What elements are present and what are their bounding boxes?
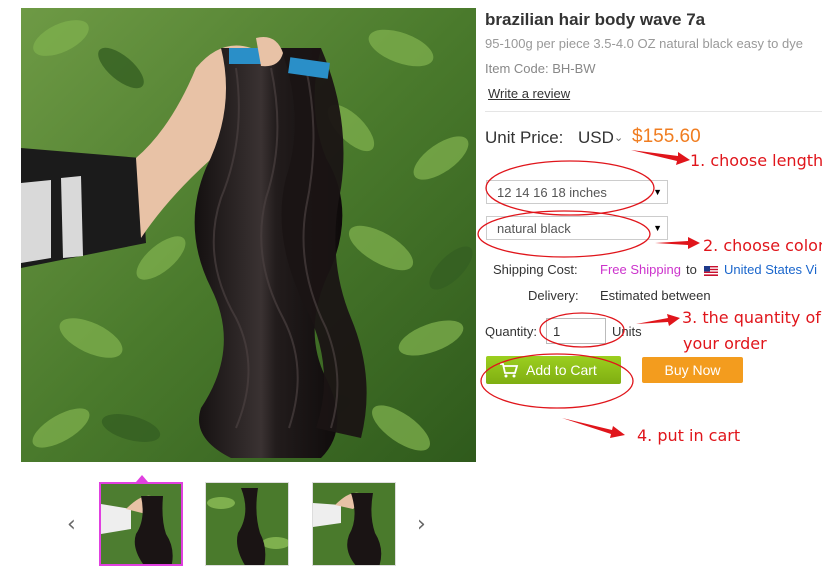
chevron-left-icon[interactable]: ‹	[67, 512, 76, 537]
color-select[interactable]: natural black ▼	[486, 216, 668, 240]
delivery-value: Estimated between	[600, 288, 711, 303]
shipping-cost-label: Shipping Cost:	[493, 262, 578, 277]
quantity-label: Quantity:	[485, 324, 538, 339]
dropdown-arrow-icon: ▼	[653, 187, 662, 197]
thumbnail-1[interactable]	[99, 482, 183, 566]
length-select-value: 12 14 16 18 inches	[497, 185, 607, 200]
shipping-to-text: to	[686, 262, 697, 277]
annotation-step-2: 2. choose color	[703, 236, 822, 255]
cart-icon	[500, 363, 519, 378]
chevron-down-icon[interactable]: ⌄	[614, 131, 623, 144]
product-subtitle: 95-100g per piece 3.5-4.0 OZ natural bla…	[485, 36, 803, 51]
main-product-image	[21, 8, 476, 462]
chevron-right-icon[interactable]: ›	[417, 512, 426, 537]
free-shipping-link[interactable]: Free Shipping	[600, 262, 681, 277]
dropdown-arrow-icon: ▼	[653, 223, 662, 233]
us-flag-icon	[704, 263, 718, 276]
annotation-step-4: 4. put in cart	[637, 426, 741, 445]
add-to-cart-label: Add to Cart	[526, 362, 597, 378]
add-to-cart-button[interactable]: Add to Cart	[486, 356, 621, 384]
currency-select[interactable]: USD	[578, 128, 614, 148]
thumbnail-3[interactable]	[312, 482, 396, 566]
delivery-label: Delivery:	[528, 288, 579, 303]
divider	[485, 111, 822, 112]
arrow-3-icon	[636, 314, 680, 326]
annotation-step-1: 1. choose length	[690, 151, 822, 170]
thumbnail-2[interactable]	[205, 482, 289, 566]
length-select[interactable]: 12 14 16 18 inches ▼	[486, 180, 668, 204]
annotation-step-3-line-2: your order	[683, 334, 767, 353]
annotation-step-3-line-1: 3. the quantity of	[682, 308, 821, 327]
item-code: Item Code: BH-BW	[485, 61, 596, 76]
write-review-link[interactable]: Write a review	[488, 86, 570, 101]
color-select-value: natural black	[497, 221, 571, 236]
arrow-1-icon	[631, 150, 690, 165]
quantity-units: Units	[612, 324, 642, 339]
price-value: $155.60	[632, 126, 701, 147]
product-title: brazilian hair body wave 7a	[485, 10, 706, 29]
shipping-destination-link[interactable]: United States Vi	[724, 262, 817, 277]
unit-price-label: Unit Price:	[485, 128, 564, 147]
selected-thumbnail-indicator	[136, 475, 148, 482]
buy-now-button[interactable]: Buy Now	[642, 357, 743, 383]
arrow-4-icon	[562, 418, 625, 438]
quantity-input[interactable]: 1	[546, 318, 606, 344]
